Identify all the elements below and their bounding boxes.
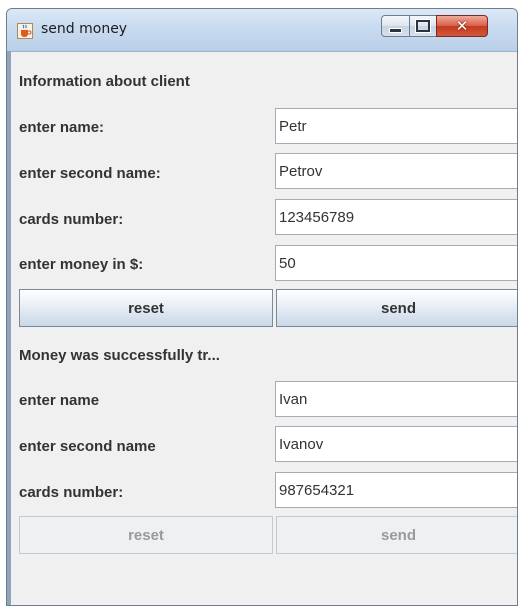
send-money-window: send money ✕ Information about client en… bbox=[6, 8, 518, 606]
client-second-name-label: enter second name: bbox=[19, 165, 161, 182]
recipient-card-label: cards number: bbox=[19, 484, 124, 501]
recipient-second-name-label: enter second name bbox=[19, 438, 156, 455]
window-title: send money bbox=[41, 21, 128, 37]
form-panel: Information about client enter name: Pet… bbox=[7, 51, 517, 605]
minimize-icon bbox=[389, 27, 402, 33]
client-card-label: cards number: bbox=[19, 211, 124, 228]
client-money-input[interactable]: 50 bbox=[275, 245, 517, 281]
recipient-second-name-input[interactable]: Ivanov bbox=[275, 426, 517, 462]
recipient-name-input[interactable]: Ivan bbox=[275, 381, 517, 417]
client-second-name-input[interactable]: Petrov bbox=[275, 153, 517, 189]
maximize-button[interactable] bbox=[409, 15, 437, 37]
title-bar[interactable]: send money ✕ bbox=[7, 9, 517, 52]
recipient-send-button[interactable]: send bbox=[276, 516, 517, 554]
client-send-button[interactable]: send bbox=[276, 289, 517, 327]
client-name-label: enter name: bbox=[19, 119, 105, 136]
minimize-button[interactable] bbox=[381, 15, 410, 37]
recipient-card-input[interactable]: 987654321 bbox=[275, 472, 517, 508]
recipient-reset-button[interactable]: reset bbox=[19, 516, 273, 554]
client-section-heading: Information about client bbox=[19, 73, 190, 90]
java-cup-icon bbox=[17, 23, 33, 39]
client-name-input[interactable]: Petr bbox=[275, 108, 517, 144]
client-reset-button[interactable]: reset bbox=[19, 289, 273, 327]
client-money-label: enter money in $: bbox=[19, 256, 144, 273]
recipient-name-label: enter name bbox=[19, 392, 100, 409]
close-button[interactable]: ✕ bbox=[436, 15, 488, 37]
client-card-input[interactable]: 123456789 bbox=[275, 199, 517, 235]
maximize-icon bbox=[416, 20, 430, 32]
transfer-status-text: Money was successfully tr... bbox=[19, 347, 220, 364]
close-icon: ✕ bbox=[455, 17, 469, 35]
